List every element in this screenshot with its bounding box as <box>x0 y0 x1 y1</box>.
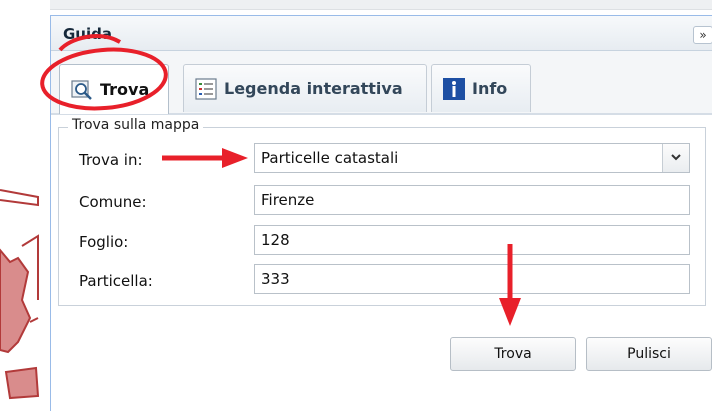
tab-label: Legenda interattiva <box>224 79 403 98</box>
dropdown-trigger[interactable] <box>662 144 689 172</box>
select-value: Particelle catastali <box>261 149 399 167</box>
search-map-icon <box>70 78 94 102</box>
input-value: Firenze <box>261 191 315 209</box>
comune-input[interactable]: Firenze <box>254 185 690 215</box>
clear-button[interactable]: Pulisci <box>586 337 712 371</box>
panel-header: Guida » <box>51 16 712 51</box>
chevron-down-icon <box>671 154 681 161</box>
trova-in-select[interactable]: Particelle catastali <box>254 143 690 173</box>
tab-label: Info <box>472 79 508 98</box>
particella-input[interactable]: 333 <box>254 264 690 294</box>
find-button[interactable]: Trova <box>450 337 576 371</box>
legend-list-icon <box>194 77 218 101</box>
map-parcels <box>0 189 40 400</box>
tab-label: Trova <box>100 80 150 99</box>
window-top-bar <box>0 0 712 10</box>
trova-in-label: Trova in: <box>79 151 143 169</box>
foglio-label: Foglio: <box>79 233 129 251</box>
input-value: 333 <box>261 270 290 288</box>
double-chevron-right-icon: » <box>699 28 707 42</box>
info-icon <box>442 77 466 101</box>
map-area[interactable] <box>0 0 50 410</box>
tab-legenda-interattiva[interactable]: Legenda interattiva <box>183 64 427 112</box>
comune-label: Comune: <box>79 193 147 211</box>
panel-title: Guida <box>63 25 112 43</box>
collapse-panel-button[interactable]: » <box>693 26 712 44</box>
particella-label: Particella: <box>79 272 153 290</box>
foglio-input[interactable]: 128 <box>254 225 690 255</box>
tab-info[interactable]: Info <box>431 64 531 112</box>
tab-trova[interactable]: Trova <box>59 64 169 114</box>
input-value: 128 <box>261 231 290 249</box>
fieldset-legend: Trova sulla mappa <box>68 117 204 133</box>
tab-strip: Trova Legenda interattiva Info <box>51 51 712 115</box>
